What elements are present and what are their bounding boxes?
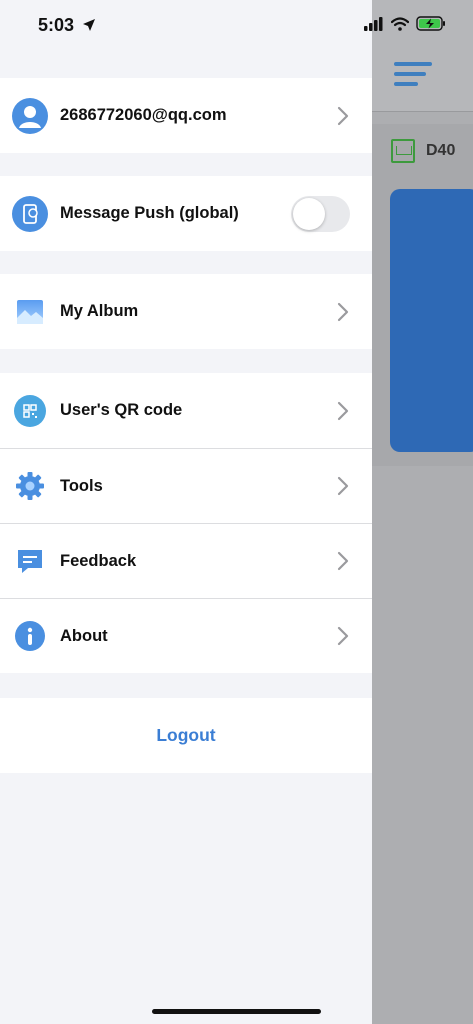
- chevron-right-icon: [337, 626, 349, 646]
- menu-item-qr-code[interactable]: User's QR code: [0, 373, 372, 448]
- message-push-label: Message Push (global): [60, 204, 239, 222]
- account-email: 2686772060@qq.com: [60, 106, 227, 124]
- message-push-group: Message Push (global): [0, 176, 372, 251]
- album-row[interactable]: My Album: [0, 274, 372, 349]
- status-time: 5:03: [38, 15, 75, 35]
- menu-item-about[interactable]: About: [0, 598, 372, 673]
- feedback-icon: [12, 543, 48, 579]
- chevron-right-icon: [337, 401, 349, 420]
- toggle-knob: [293, 198, 325, 230]
- qr-code-icon: [12, 393, 48, 429]
- device-icon: [391, 139, 415, 163]
- battery-charging-icon: [416, 16, 445, 31]
- avatar-icon: [12, 97, 48, 134]
- album-group: My Album: [0, 274, 372, 349]
- account-group: 2686772060@qq.com: [0, 78, 372, 153]
- info-icon: [12, 618, 48, 654]
- device-label: D40: [426, 142, 456, 159]
- wifi-icon: [391, 16, 409, 31]
- album-label: My Album: [60, 302, 139, 320]
- logout-button[interactable]: Logout: [0, 698, 372, 773]
- chevron-right-icon: [337, 551, 349, 571]
- side-drawer: 2686772060@qq.com Message Push (global): [0, 0, 372, 1024]
- message-phone-icon: [12, 195, 48, 232]
- chevron-right-icon: [337, 106, 349, 125]
- menu-item-feedback[interactable]: Feedback: [0, 523, 372, 598]
- chevron-right-icon: [337, 302, 349, 321]
- message-push-toggle[interactable]: [291, 196, 350, 232]
- cellular-signal-icon: [364, 16, 383, 31]
- device-card[interactable]: [390, 189, 473, 452]
- gear-icon: [12, 468, 48, 504]
- home-indicator[interactable]: [152, 1009, 321, 1014]
- account-row[interactable]: 2686772060@qq.com: [0, 78, 372, 153]
- chevron-right-icon: [337, 476, 349, 496]
- menu-item-label: User's QR code: [60, 401, 183, 419]
- message-push-row: Message Push (global): [0, 176, 372, 251]
- menu-group: User's QR code Tools Feedback About: [0, 373, 372, 673]
- menu-item-label: About: [60, 626, 108, 645]
- menu-item-label: Feedback: [60, 551, 137, 570]
- album-icon: [12, 294, 48, 330]
- location-arrow-icon: [83, 19, 95, 31]
- status-indicators: [364, 16, 446, 31]
- hamburger-menu-icon[interactable]: [394, 60, 432, 88]
- logout-label: Logout: [156, 725, 216, 745]
- menu-item-tools[interactable]: Tools: [0, 448, 372, 523]
- menu-item-label: Tools: [60, 476, 103, 495]
